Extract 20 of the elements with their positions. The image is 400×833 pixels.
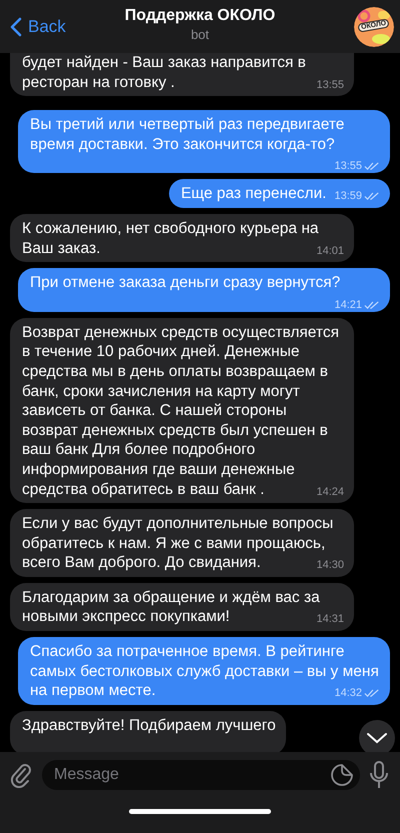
- message-bubble: Благодарим за обращение и ждём вас за новыми экспресс покупками! 14:31: [10, 582, 354, 632]
- message-input-field[interactable]: Message: [42, 760, 360, 790]
- message-bubble: Здравствуйте! Подбираем лучшего: [10, 710, 286, 752]
- message-bubble: Вы третий или четвертый раз передвигаете время доставки. Это закончится когда-то? 13:55: [18, 110, 390, 174]
- message-bubble: Еще раз перенесли. 13:59: [168, 179, 390, 208]
- chevron-down-icon: [366, 732, 388, 744]
- message-bubble: Если у вас будут дополнительные вопросы обратитесь к нам. Я же с вами прощаюсь, всего Вам доброго. До свидания. 14:30: [10, 509, 354, 577]
- back-button[interactable]: Back: [6, 12, 70, 40]
- message-bubble: будет найден - Ваш заказ направится в ресторан на готовку . 13:55: [10, 53, 354, 96]
- message-bubble: При отмене заказа деньги сразу вернутся? 14:21: [18, 268, 390, 312]
- message-bubble: К сожалению, нет свободного курьера на Ваш заказ. 14:01: [10, 214, 354, 262]
- message-bubble: Спасибо за потраченное время. В рейтинге самых бестолковых служб доставки – вы у меня на первом месте. 14:32: [18, 637, 390, 705]
- scroll-down-button[interactable]: [359, 720, 395, 752]
- attach-icon[interactable]: [10, 762, 32, 788]
- microphone-icon[interactable]: [370, 761, 388, 789]
- sticker-icon[interactable]: [330, 763, 354, 787]
- chat-subtitle: bot: [190, 27, 210, 42]
- message-bubble: Возврат денежных средств осуществляется в течение 10 рабочих дней. Денежные средства мы в день оплаты возвращаем в банк, сроки зачисления на карту могут зависеть от банка. С нашей стороны возврат денежных средств был успешен в ваш банк Для более подробного информирования где ваши денежные средства обратитесь в ваш банк . 14:24: [10, 318, 354, 504]
- chat-title: Поддержка ОКОЛО: [124, 7, 276, 25]
- chevron-left-icon: [10, 16, 22, 36]
